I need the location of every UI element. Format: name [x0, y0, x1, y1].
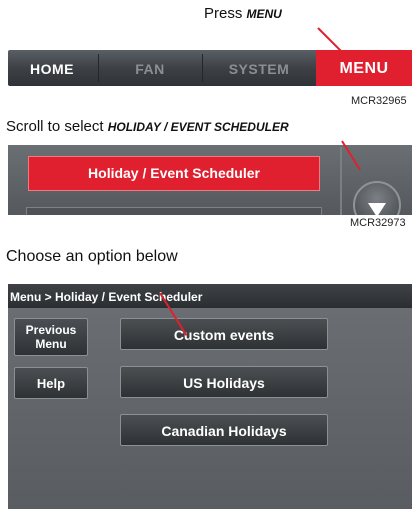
- us-holidays-button[interactable]: US Holidays: [120, 366, 328, 398]
- tab-divider: [98, 54, 99, 82]
- list-item-holiday-event-scheduler[interactable]: Holiday / Event Scheduler: [28, 156, 320, 191]
- instruction-target: MENU: [246, 7, 282, 21]
- breadcrumb: Menu > Holiday / Event Scheduler: [8, 284, 412, 308]
- tab-fan[interactable]: FAN: [100, 50, 200, 86]
- instruction-choose-option: Choose an option below: [6, 248, 178, 265]
- tab-bar: HOME FAN SYSTEM MENU: [8, 50, 412, 86]
- list-item[interactable]: [26, 207, 322, 215]
- tab-divider: [202, 54, 203, 82]
- menu-label: Menu: [35, 337, 67, 351]
- custom-events-button[interactable]: Custom events: [120, 318, 328, 350]
- instruction-target: HOLIDAY / EVENT SCHEDULER: [107, 120, 289, 134]
- instruction-scroll: Scroll to select HOLIDAY / EVENT SCHEDUL…: [6, 118, 289, 135]
- holiday-scheduler-screen: Menu > Holiday / Event Scheduler Previou…: [8, 284, 412, 509]
- canadian-holidays-button[interactable]: Canadian Holidays: [120, 414, 328, 446]
- tab-menu[interactable]: MENU: [316, 50, 412, 86]
- figure-code: MCR32965: [351, 95, 407, 107]
- previous-label: Previous: [25, 323, 77, 337]
- instruction-prefix: Press: [204, 5, 247, 22]
- scroll-down-arrow-icon: [368, 203, 386, 215]
- help-button[interactable]: Help: [14, 367, 88, 399]
- previous-menu-button[interactable]: Previous Menu: [14, 318, 88, 356]
- instruction-press-menu: Press MENU: [204, 5, 282, 22]
- figure-code: MCR32973: [350, 217, 406, 229]
- tab-home[interactable]: HOME: [8, 50, 96, 86]
- tab-system[interactable]: SYSTEM: [204, 50, 314, 86]
- instruction-prefix: Scroll to select: [6, 118, 108, 135]
